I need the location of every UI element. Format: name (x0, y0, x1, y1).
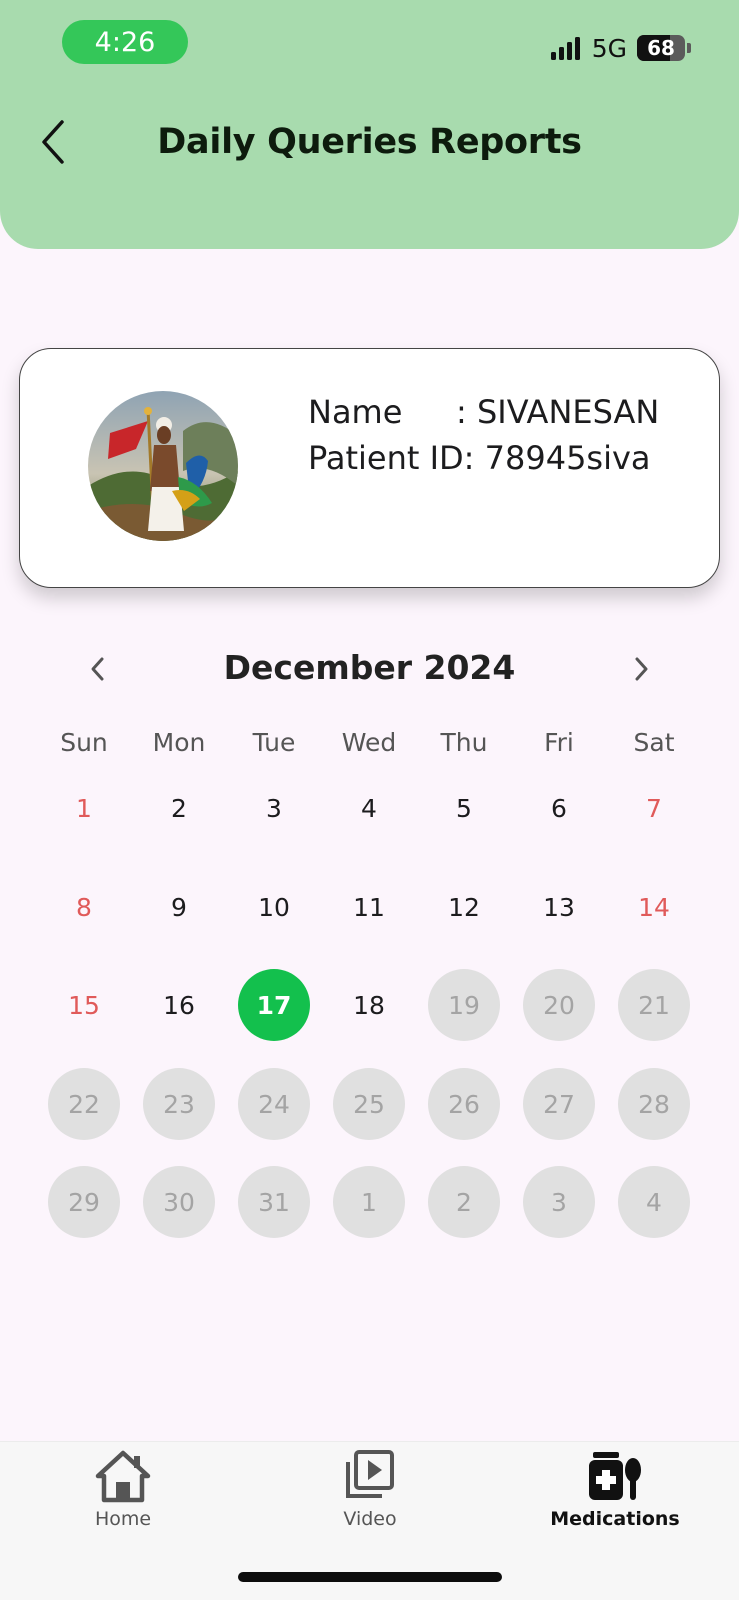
tab-video[interactable]: Video (290, 1442, 450, 1542)
calendar-day: 31 (238, 1166, 310, 1238)
chevron-right-icon (635, 657, 648, 681)
calendar-day: 21 (618, 969, 690, 1041)
calendar-header: December 2024 (0, 648, 739, 688)
calendar-day: 23 (143, 1068, 215, 1140)
calendar-day[interactable]: 10 (238, 871, 310, 943)
calendar-day: 20 (523, 969, 595, 1041)
tab-medications-label: Medications (550, 1508, 680, 1530)
patient-info: Name : SIVANESAN Patient ID: 78945siva (308, 389, 659, 481)
calendar-day[interactable]: 15 (48, 969, 120, 1041)
calendar-day[interactable]: 9 (143, 871, 215, 943)
weekday-mon: Mon (152, 728, 206, 757)
avatar (88, 391, 238, 541)
calendar-day[interactable]: 6 (523, 772, 595, 844)
calendar-day-selected[interactable]: 17 (238, 969, 310, 1041)
calendar-day: 2 (428, 1166, 500, 1238)
tab-home[interactable]: Home (43, 1442, 203, 1542)
patient-id-value: 78945siva (484, 439, 651, 477)
tab-video-label: Video (343, 1508, 397, 1530)
calendar-day[interactable]: 7 (618, 772, 690, 844)
tab-home-label: Home (94, 1508, 152, 1530)
calendar-day: 26 (428, 1068, 500, 1140)
video-library-icon (346, 1450, 394, 1498)
weekday-wed: Wed (341, 728, 397, 757)
battery-icon: 68 (637, 35, 685, 61)
calendar-day[interactable]: 4 (333, 772, 405, 844)
next-month-button[interactable] (626, 654, 656, 684)
calendar-day: 19 (428, 969, 500, 1041)
calendar-day[interactable]: 11 (333, 871, 405, 943)
calendar-day[interactable]: 12 (428, 871, 500, 943)
battery-cap (687, 43, 691, 53)
patient-name-value: : SIVANESAN (456, 393, 660, 431)
weekday-sun: Sun (60, 728, 108, 757)
patient-id-row: Patient ID: 78945siva (308, 435, 659, 481)
calendar-day: 4 (618, 1166, 690, 1238)
medications-icon (589, 1452, 641, 1500)
calendar-day[interactable]: 18 (333, 969, 405, 1041)
tab-medications[interactable]: Medications (535, 1442, 695, 1542)
calendar-day[interactable]: 13 (523, 871, 595, 943)
calendar-day: 3 (523, 1166, 595, 1238)
calendar-day[interactable]: 14 (618, 871, 690, 943)
calendar-day[interactable]: 5 (428, 772, 500, 844)
weekday-sat: Sat (633, 728, 675, 757)
patient-id-label: Patient ID: (308, 439, 475, 477)
patient-card: Name : SIVANESAN Patient ID: 78945siva (19, 348, 720, 588)
calendar-day[interactable]: 16 (143, 969, 215, 1041)
page-title: Daily Queries Reports (157, 122, 582, 162)
calendar-day: 24 (238, 1068, 310, 1140)
calendar-day: 30 (143, 1166, 215, 1238)
calendar-day: 27 (523, 1068, 595, 1140)
calendar-day[interactable]: 2 (143, 772, 215, 844)
weekday-thu: Thu (440, 728, 488, 757)
patient-name-row: Name : SIVANESAN (308, 389, 659, 435)
calendar-day[interactable]: 8 (48, 871, 120, 943)
home-indicator (238, 1572, 502, 1582)
status-indicators: 5G 68 (550, 32, 691, 64)
network-label: 5G (591, 33, 627, 63)
status-time: 4:26 (62, 20, 188, 64)
weekday-fri: Fri (544, 728, 574, 757)
weekday-tue: Tue (252, 728, 296, 757)
calendar-day: 25 (333, 1068, 405, 1140)
calendar-day[interactable]: 3 (238, 772, 310, 844)
header: 4:26 5G 68 Daily Queries Reports (0, 0, 739, 249)
calendar-day[interactable]: 1 (48, 772, 120, 844)
calendar-day: 1 (333, 1166, 405, 1238)
home-icon (95, 1450, 151, 1503)
signal-icon (550, 36, 580, 60)
calendar-day: 29 (48, 1166, 120, 1238)
calendar-day: 22 (48, 1068, 120, 1140)
calendar-day: 28 (618, 1068, 690, 1140)
battery-percent: 68 (647, 36, 675, 60)
patient-name-label: Name (308, 393, 403, 431)
